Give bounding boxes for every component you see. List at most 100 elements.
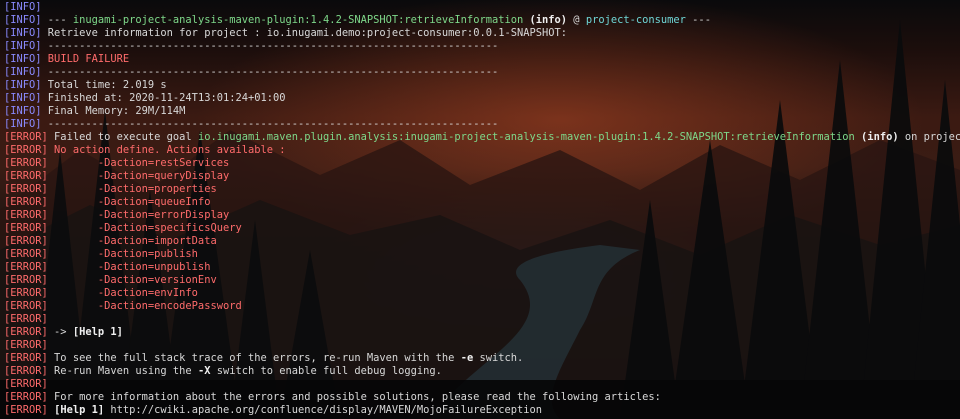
info-level-tag: [INFO] (4, 53, 42, 65)
error-level-tag: [ERROR] (4, 144, 48, 156)
error-level-tag: [ERROR] (4, 326, 48, 338)
info-level-tag: [INFO] (4, 27, 42, 39)
error-level-tag: [ERROR] (4, 261, 48, 273)
log-text: -Daction=envInfo (47, 287, 198, 299)
log-text: -Daction=encodePassword (47, 300, 242, 312)
log-line: [ERROR] [Help 1] http://cwiki.apache.org… (4, 404, 960, 417)
error-level-tag: [ERROR] (4, 157, 48, 169)
log-line: [ERROR] Re-run Maven using the -X switch… (4, 365, 960, 378)
info-level-tag: [INFO] (4, 1, 42, 13)
error-level-tag: [ERROR] (4, 404, 48, 416)
log-text: For more information about the errors an… (47, 391, 661, 403)
log-line: [ERROR] (4, 378, 960, 391)
error-level-tag: [ERROR] (4, 352, 48, 364)
log-line: [INFO] Finished at: 2020-11-24T13:01:24+… (4, 92, 960, 105)
error-level-tag: [ERROR] (4, 378, 48, 390)
log-line: [ERROR] -Daction=specificsQuery (4, 222, 960, 235)
log-line: [INFO] (4, 1, 960, 14)
log-text: @ (567, 14, 586, 26)
log-text: -Daction=publish (47, 248, 198, 260)
console-output: [INFO] [INFO] --- inugami-project-analysi… (4, 1, 960, 417)
log-text: inugami-project-analysis-maven-plugin:1.… (72, 14, 524, 26)
log-text: http://cwiki.apache.org/confluence/displ… (104, 404, 543, 416)
log-line: [ERROR] -Daction=unpublish (4, 261, 960, 274)
log-line: [INFO] Retrieve information for project … (4, 27, 960, 40)
log-line: [ERROR] (4, 339, 960, 352)
info-level-tag: [INFO] (4, 92, 42, 104)
log-line: [INFO] Total time: 2.019 s (4, 79, 960, 92)
log-text: -Daction=importData (47, 235, 217, 247)
log-line: [ERROR] To see the full stack trace of t… (4, 352, 960, 365)
log-text: -Daction=properties (47, 183, 217, 195)
log-line: [ERROR] -Daction=envInfo (4, 287, 960, 300)
error-level-tag: [ERROR] (4, 287, 48, 299)
log-text: Final Memory: 29M/114M (41, 105, 186, 117)
error-level-tag: [ERROR] (4, 248, 48, 260)
info-level-tag: [INFO] (4, 118, 42, 130)
log-text: BUILD FAILURE (41, 53, 130, 65)
error-level-tag: [ERROR] (4, 391, 48, 403)
info-level-tag: [INFO] (4, 79, 42, 91)
log-line: [INFO] ---------------------------------… (4, 118, 960, 131)
log-text: --- (41, 14, 73, 26)
log-text: ----------------------------------------… (41, 66, 499, 78)
log-text: switch to enable full debug logging. (210, 365, 442, 377)
info-level-tag: [INFO] (4, 14, 42, 26)
log-text: Re-run Maven using the (47, 365, 198, 377)
log-line: [ERROR] -> [Help 1] (4, 326, 960, 339)
terminal-window[interactable]: [INFO] [INFO] --- inugami-project-analysi… (0, 0, 960, 419)
log-line: [INFO] BUILD FAILURE (4, 53, 960, 66)
log-text: -Daction=specificsQuery (47, 222, 242, 234)
log-text: -X (197, 365, 211, 377)
log-text: ----------------------------------------… (41, 40, 499, 52)
log-line: [ERROR] -Daction=restServices (4, 157, 960, 170)
log-text: -Daction=unpublish (47, 261, 211, 273)
error-level-tag: [ERROR] (4, 235, 48, 247)
log-text: -Daction=restServices (47, 157, 230, 169)
log-text: (info) (854, 131, 899, 143)
error-level-tag: [ERROR] (4, 300, 48, 312)
error-level-tag: [ERROR] (4, 170, 48, 182)
log-text: Total time: 2.019 s (41, 79, 167, 91)
error-level-tag: [ERROR] (4, 339, 48, 351)
error-level-tag: [ERROR] (4, 131, 48, 143)
log-text: -> (47, 326, 73, 338)
log-line: [ERROR] -Daction=errorDisplay (4, 209, 960, 222)
log-line: [ERROR] -Daction=queryDisplay (4, 170, 960, 183)
log-line: [INFO] ---------------------------------… (4, 40, 960, 53)
log-line: [ERROR] -Daction=encodePassword (4, 300, 960, 313)
log-line: [ERROR] Failed to execute goal io.inugam… (4, 131, 960, 144)
log-line: [ERROR] -Daction=queueInfo (4, 196, 960, 209)
log-text: -Daction=queryDisplay (47, 170, 230, 182)
log-text: -e (460, 352, 474, 364)
log-line: [ERROR] No action define. Actions availa… (4, 144, 960, 157)
log-text: No action define. Actions available : (47, 144, 286, 156)
error-level-tag: [ERROR] (4, 274, 48, 286)
log-text: on project (904, 131, 960, 143)
log-line: [INFO] Final Memory: 29M/114M (4, 105, 960, 118)
error-level-tag: [ERROR] (4, 196, 48, 208)
log-line: [ERROR] (4, 313, 960, 326)
error-level-tag: [ERROR] (4, 365, 48, 377)
log-text: io.inugami.maven.plugin.analysis:inugami… (197, 131, 855, 143)
log-text: Retrieve information for project : io.in… (41, 27, 568, 39)
log-text: [Help 1] (72, 326, 123, 338)
log-text: -Daction=queueInfo (47, 196, 211, 208)
error-level-tag: [ERROR] (4, 209, 48, 221)
log-text: Failed to execute goal (47, 131, 198, 143)
log-text: (info) (523, 14, 568, 26)
log-line: [ERROR] For more information about the e… (4, 391, 960, 404)
log-text: -Daction=versionEnv (47, 274, 217, 286)
log-text: [Help 1] (54, 404, 105, 416)
error-level-tag: [ERROR] (4, 313, 48, 325)
info-level-tag: [INFO] (4, 105, 42, 117)
info-level-tag: [INFO] (4, 66, 42, 78)
log-line: [ERROR] -Daction=publish (4, 248, 960, 261)
log-line: [ERROR] -Daction=importData (4, 235, 960, 248)
log-text: Finished at: 2020-11-24T13:01:24+01:00 (41, 92, 286, 104)
log-line: [ERROR] -Daction=versionEnv (4, 274, 960, 287)
log-line: [INFO] --- inugami-project-analysis-mave… (4, 14, 960, 27)
log-text: ----------------------------------------… (41, 118, 499, 130)
log-text: switch. (473, 352, 524, 364)
error-level-tag: [ERROR] (4, 183, 48, 195)
